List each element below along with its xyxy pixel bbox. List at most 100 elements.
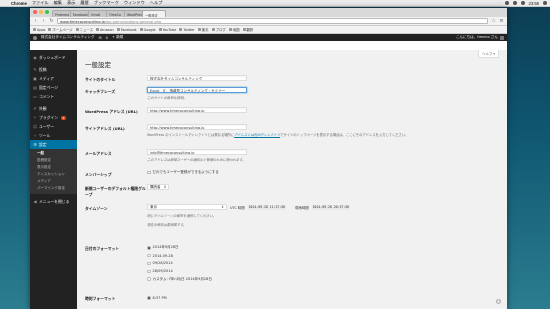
sidebar-item-media[interactable]: ▣ メディア bbox=[30, 74, 77, 83]
bookmark-label: ブログ bbox=[215, 28, 226, 32]
sidebar-item-tools[interactable]: ✧ ツール bbox=[30, 131, 77, 140]
help-tab-button[interactable]: ヘルプ ▾ bbox=[478, 50, 499, 58]
forward-icon[interactable]: › bbox=[41, 18, 46, 24]
date-format-option[interactable]: カスタム: Y年n月j日 2014年9月28日 bbox=[147, 275, 499, 283]
date-format-radio[interactable] bbox=[147, 246, 151, 250]
default-role-select[interactable]: 購読者 ⇕ bbox=[147, 184, 170, 190]
bookmark-item[interactable]: ニュース bbox=[75, 27, 93, 32]
scroll-top-icon[interactable]: ▲ bbox=[496, 299, 501, 304]
submenu-item-general[interactable]: 一般 bbox=[30, 150, 77, 157]
bookmark-item[interactable]: YouTube bbox=[158, 28, 176, 32]
menubar-item-bookmarks[interactable]: ブックマーク bbox=[94, 0, 119, 6]
pin-icon: ✎ bbox=[33, 66, 37, 72]
comment-icon[interactable]: ✉ bbox=[99, 36, 102, 40]
date-format-radio[interactable] bbox=[147, 277, 151, 281]
browser-tab[interactable]: Gmail bbox=[88, 10, 108, 17]
timezone-select[interactable]: 東京 ⇕ bbox=[147, 204, 227, 210]
admin-bar-new[interactable]: + 新規 bbox=[112, 35, 123, 40]
menu-icon[interactable]: ≡ bbox=[499, 18, 504, 24]
browser-tab-active[interactable]: 一般設定 bbox=[142, 10, 166, 17]
browser-tab[interactable]: WordPress bbox=[124, 10, 144, 17]
time-format-radio[interactable] bbox=[147, 296, 151, 300]
address-bar[interactable]: www.timecoconsulting.jp/wp-admin/options… bbox=[57, 18, 488, 24]
submenu-item-discussion[interactable]: ディスカッション bbox=[30, 171, 77, 178]
submenu-item-media[interactable]: メディア bbox=[30, 178, 77, 185]
bookmark-item[interactable]: Amazon bbox=[95, 28, 114, 32]
site-url-input[interactable]: http://www.timecoconsulting.jp bbox=[147, 124, 247, 130]
volume-icon[interactable] bbox=[512, 1, 517, 5]
date-format-option[interactable]: 2014年9月28日 bbox=[147, 244, 499, 252]
bookmark-item[interactable]: 翻訳 bbox=[242, 27, 253, 32]
menubar-item-history[interactable]: 履歴 bbox=[80, 0, 88, 6]
bookmark-item[interactable]: 楽天 bbox=[197, 27, 209, 32]
sidebar-item-label: ツール bbox=[39, 132, 51, 138]
site-title-input[interactable]: 株式会社タイムコンサルティング bbox=[147, 75, 247, 81]
menubar-item-view[interactable]: 表示 bbox=[67, 0, 75, 6]
time-format-option[interactable]: 8:37 PM bbox=[147, 294, 499, 302]
date-format-option[interactable]: 2014-09-28 bbox=[147, 252, 499, 260]
admin-bar-account[interactable]: こんにちは、timeco さん bbox=[456, 35, 504, 40]
dst-description: 現在の時刻は夏時間です。 bbox=[147, 223, 187, 227]
menubar-item-help[interactable]: ヘルプ bbox=[150, 0, 163, 6]
membership-option[interactable]: だれでもユーザー登録ができるようにする bbox=[147, 170, 499, 175]
bookmark-item[interactable]: Google bbox=[139, 28, 156, 32]
menubar-item-edit[interactable]: 編集 bbox=[54, 0, 62, 6]
settings-icon: ☰ bbox=[33, 141, 37, 147]
menubar-item-window[interactable]: ウィンドウ bbox=[124, 0, 145, 6]
date-format-option[interactable]: 28/09/2014 bbox=[147, 267, 499, 275]
bookmark-item[interactable]: Facebook bbox=[116, 28, 137, 32]
site-title-label: サイトのタイトル bbox=[85, 76, 116, 82]
submenu-item-writing[interactable]: 投稿設定 bbox=[30, 157, 77, 164]
back-icon[interactable]: ‹ bbox=[33, 18, 38, 24]
timezone-description: 同じタイムゾーンの都市を選択してください。 bbox=[147, 214, 216, 218]
date-format-radio[interactable] bbox=[147, 261, 151, 266]
bookmark-item[interactable]: Apps bbox=[33, 28, 45, 32]
sidebar-item-comments[interactable]: ▭ コメント bbox=[30, 92, 77, 101]
submenu-item-reading[interactable]: 表示設定 bbox=[30, 164, 77, 171]
date-format-label: 日付のフォーマット bbox=[85, 245, 120, 251]
membership-checkbox[interactable] bbox=[147, 170, 151, 175]
date-format-radio[interactable] bbox=[147, 253, 151, 258]
sidebar-item-settings[interactable]: ☰ 設定 bbox=[30, 140, 77, 149]
sidebar-item-pages[interactable]: ▤ 固定ページ bbox=[30, 83, 77, 92]
submenu-item-permalinks[interactable]: パーマリンク設定 bbox=[30, 185, 77, 192]
bookmark-item[interactable]: ホームページ bbox=[48, 27, 73, 32]
minimize-window-icon[interactable] bbox=[39, 10, 43, 14]
date-format-option[interactable]: 09/28/2014 bbox=[147, 260, 499, 268]
admin-bar-site-name[interactable]: 株式会社タイムコンサルティング bbox=[41, 35, 95, 40]
zoom-window-icon[interactable] bbox=[45, 10, 49, 14]
star-icon[interactable]: ☆ bbox=[491, 18, 496, 24]
wordpress-logo-icon[interactable] bbox=[33, 35, 37, 40]
collapse-menu-button[interactable]: ◀ メニューを閉じる bbox=[30, 197, 77, 206]
date-format-radio[interactable] bbox=[147, 269, 151, 274]
sidebar-item-plugins[interactable]: ⚡ プラグイン 1 bbox=[30, 113, 77, 122]
menubar-app-name[interactable]: Chrome bbox=[11, 1, 27, 6]
site-url-desc-link[interactable]: アドレスとは別のディレクトリ bbox=[234, 133, 280, 137]
wordpress-url-input[interactable]: http://www.timecoconsulting.jp bbox=[147, 107, 247, 113]
time-format-text: 8:37 PM bbox=[152, 295, 167, 300]
browser-tab[interactable]: TimeCo bbox=[106, 10, 126, 17]
sidebar-item-dashboard[interactable]: ◉ ダッシュボード bbox=[30, 53, 77, 62]
sidebar-item-users[interactable]: ☺ ユーザー bbox=[30, 122, 77, 131]
close-window-icon[interactable] bbox=[33, 10, 37, 14]
browser-tab[interactable]: Pinterest bbox=[52, 10, 72, 17]
browser-tab[interactable]: Facebook bbox=[70, 10, 90, 17]
battery-icon[interactable] bbox=[520, 1, 525, 5]
menubar-clock[interactable]: 23:59 bbox=[529, 1, 539, 6]
dashboard-icon: ◉ bbox=[33, 54, 37, 60]
menubar-item-file[interactable]: ファイル bbox=[32, 0, 49, 6]
email-description: このアドレスは新規ユーザーの通知など管理のために使われます。 bbox=[147, 157, 246, 162]
sidebar-item-posts[interactable]: ✎ 投稿 bbox=[30, 65, 77, 74]
settings-submenu: 一般 投稿設定 表示設定 ディスカッション メディア パーマリンク設定 bbox=[30, 149, 77, 194]
bookmark-item[interactable]: 地図 bbox=[228, 27, 240, 32]
admin-bar-comment-count[interactable]: 0 bbox=[106, 36, 108, 40]
spotlight-icon[interactable] bbox=[543, 1, 547, 5]
collapse-menu-label: メニューを閉じる bbox=[39, 198, 70, 204]
bookmark-item[interactable]: Twitter bbox=[179, 28, 195, 32]
sidebar-item-appearance[interactable]: ✐ 外観 bbox=[30, 104, 77, 113]
tagline-input[interactable]: Excel、IT、指導型コンサルティング・セミナー bbox=[147, 87, 247, 93]
email-input[interactable]: info@timecoconsulting.jp bbox=[147, 149, 247, 155]
bookmark-item[interactable]: ブログ bbox=[211, 27, 226, 32]
reload-icon[interactable]: ↻ bbox=[49, 18, 54, 24]
wifi-icon[interactable] bbox=[504, 1, 509, 5]
